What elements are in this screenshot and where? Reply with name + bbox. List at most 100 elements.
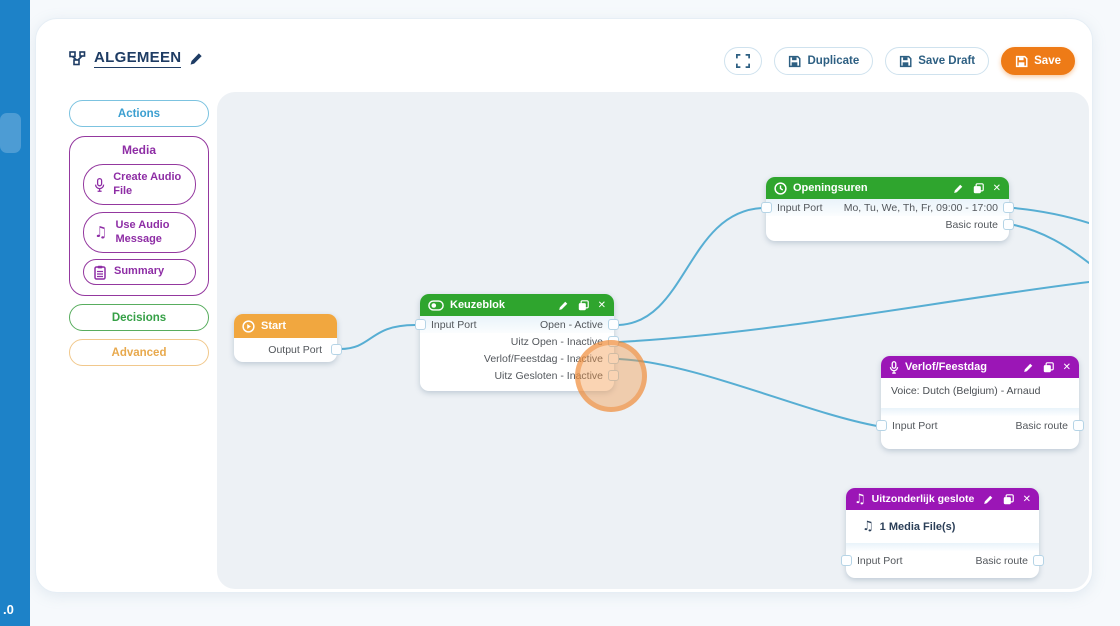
- keuzeblok-output-port-verlof[interactable]: [608, 353, 619, 364]
- advanced-label: Advanced: [112, 347, 167, 359]
- uitz-output-port-basic[interactable]: [1033, 555, 1044, 566]
- clock-icon: [774, 182, 787, 195]
- node-uitz-header[interactable]: ♫ Uitzonderlijk geslote ✕: [846, 488, 1039, 510]
- save-button[interactable]: Save: [1001, 47, 1075, 75]
- row-divider: [846, 543, 1039, 551]
- node-openingsuren-title: Openingsuren: [793, 182, 868, 194]
- duplicate-node-icon[interactable]: [973, 183, 984, 194]
- close-node-icon[interactable]: ✕: [1023, 494, 1031, 505]
- output-label: Open - Active: [540, 319, 603, 331]
- openingsuren-output-port-schedule[interactable]: [1003, 202, 1014, 213]
- duplicate-node-icon[interactable]: [578, 300, 589, 311]
- close-node-icon[interactable]: ✕: [1063, 362, 1071, 373]
- basic-route-label: Basic route: [975, 555, 1028, 567]
- flow-editor-card: ALGEMEEN Duplicate Save Draft: [35, 18, 1093, 593]
- fullscreen-icon: [736, 54, 750, 68]
- node-keuzeblok-title: Keuzeblok: [450, 299, 505, 311]
- play-icon: [242, 320, 255, 333]
- microphone-icon: [94, 177, 105, 193]
- duplicate-node-icon[interactable]: [1043, 362, 1054, 373]
- verlof-output-port-basic[interactable]: [1073, 420, 1084, 431]
- node-start-header[interactable]: Start: [234, 314, 337, 338]
- music-note-icon: ♫: [862, 519, 874, 534]
- sidebar-item-decisions[interactable]: Decisions: [69, 304, 209, 331]
- node-start[interactable]: Start Output Port: [234, 314, 337, 362]
- flow-title: ALGEMEEN: [69, 49, 204, 68]
- edit-title-icon[interactable]: [189, 51, 204, 66]
- use-audio-message-label: Use Audio Message: [115, 219, 191, 247]
- basic-route-label: Basic route: [945, 219, 998, 231]
- summary-label: Summary: [114, 265, 164, 279]
- close-node-icon[interactable]: ✕: [598, 300, 606, 311]
- fullscreen-button[interactable]: [724, 47, 762, 75]
- edge-keuzeblok-verlof: [619, 359, 877, 426]
- decisions-label: Decisions: [112, 312, 166, 324]
- node-verlof-feestdag[interactable]: Verlof/Feestdag ✕ Voice: Dutch (Belgium)…: [881, 356, 1079, 449]
- keuzeblok-row-uitz-open: Uitz Open - Inactive: [420, 333, 614, 350]
- input-port-label: Input Port: [777, 202, 823, 214]
- flow-name-link[interactable]: ALGEMEEN: [94, 49, 181, 68]
- node-start-title: Start: [261, 320, 286, 332]
- keuzeblok-row-verlof: Verlof/Feestdag - Inactive: [420, 350, 614, 367]
- input-port-label: Input Port: [892, 420, 938, 432]
- edge-openingsuren-basic-offscreen: [1014, 225, 1089, 263]
- create-audio-file-label: Create Audio File: [113, 171, 191, 199]
- node-openingsuren-header[interactable]: Openingsuren ✕: [766, 177, 1009, 199]
- keuzeblok-row-input: Input Port Open - Active: [420, 316, 614, 333]
- close-node-icon[interactable]: ✕: [993, 183, 1001, 194]
- input-port-label: Input Port: [857, 555, 903, 567]
- duplicate-node-icon[interactable]: [1003, 494, 1014, 505]
- save-disk-icon: [899, 55, 912, 68]
- edge-uitz-open-offscreen: [619, 282, 1089, 342]
- keuzeblok-input-port[interactable]: [415, 319, 426, 330]
- toggle-icon: [428, 300, 444, 311]
- app-rail: .0: [0, 0, 30, 626]
- start-output-port[interactable]: [331, 344, 342, 355]
- node-uitzonderlijk-gesloten[interactable]: ♫ Uitzonderlijk geslote ✕ ♫ 1 Media File…: [846, 488, 1039, 578]
- verlof-input-port[interactable]: [876, 420, 887, 431]
- keuzeblok-output-port-uitz-open[interactable]: [608, 336, 619, 347]
- edit-node-icon[interactable]: [983, 494, 994, 505]
- version-label: .0: [3, 602, 14, 617]
- node-uitz-title: Uitzonderlijk geslote: [872, 493, 975, 505]
- media-files-row: ♫ 1 Media File(s): [846, 510, 1039, 543]
- sidebar-media-group: Media Create Audio File ♫ Use Audio Mess…: [69, 136, 209, 296]
- node-keuzeblok[interactable]: Keuzeblok ✕ Input Port Open - Active Uit…: [420, 294, 614, 391]
- save-draft-button[interactable]: Save Draft: [885, 47, 989, 75]
- duplicate-label: Duplicate: [807, 55, 859, 67]
- sidebar-item-actions[interactable]: Actions: [69, 100, 209, 127]
- sidebar-item-use-audio-message[interactable]: ♫ Use Audio Message: [83, 212, 196, 253]
- toolbar: Duplicate Save Draft Save: [724, 47, 1075, 75]
- edit-node-icon[interactable]: [558, 300, 569, 311]
- uitz-input-port[interactable]: [841, 555, 852, 566]
- node-verlof-header[interactable]: Verlof/Feestdag ✕: [881, 356, 1079, 378]
- output-label: Verlof/Feestdag - Inactive: [484, 353, 603, 365]
- input-port-label: Input Port: [431, 319, 477, 331]
- save-disk-icon: [788, 55, 801, 68]
- sidebar-item-advanced[interactable]: Advanced: [69, 339, 209, 366]
- sidebar-item-create-audio-file[interactable]: Create Audio File: [83, 164, 196, 205]
- sidebar-item-summary[interactable]: Summary: [83, 259, 196, 285]
- media-group-label: Media: [70, 143, 208, 157]
- node-openingsuren[interactable]: Openingsuren ✕ Input Port Mo, Tu, We, Th…: [766, 177, 1009, 241]
- duplicate-button[interactable]: Duplicate: [774, 47, 873, 75]
- keuzeblok-row-uitz-gesloten: Uitz Gesloten - Inactive: [420, 367, 614, 384]
- keuzeblok-output-port-open[interactable]: [608, 319, 619, 330]
- start-output-row: Output Port: [234, 338, 337, 362]
- edit-node-icon[interactable]: [953, 183, 964, 194]
- save-label: Save: [1034, 55, 1061, 67]
- keuzeblok-output-port-uitz-gesloten[interactable]: [608, 370, 619, 381]
- microphone-icon: [889, 361, 899, 374]
- rail-menu-item[interactable]: [0, 113, 21, 153]
- verlof-row-ports: Input Port Basic route: [881, 416, 1079, 436]
- openingsuren-input-port[interactable]: [761, 202, 772, 213]
- edge-openingsuren-schedule-offscreen: [1014, 208, 1089, 223]
- edit-node-icon[interactable]: [1023, 362, 1034, 373]
- flow-canvas[interactable]: Start Output Port Keuzeblok ✕: [217, 92, 1089, 589]
- openingsuren-output-port-basic[interactable]: [1003, 219, 1014, 230]
- save-disk-icon: [1015, 55, 1028, 68]
- output-port-label: Output Port: [268, 344, 326, 356]
- node-keuzeblok-header[interactable]: Keuzeblok ✕: [420, 294, 614, 316]
- voice-info: Voice: Dutch (Belgium) - Arnaud: [881, 378, 1079, 408]
- save-draft-label: Save Draft: [918, 55, 975, 67]
